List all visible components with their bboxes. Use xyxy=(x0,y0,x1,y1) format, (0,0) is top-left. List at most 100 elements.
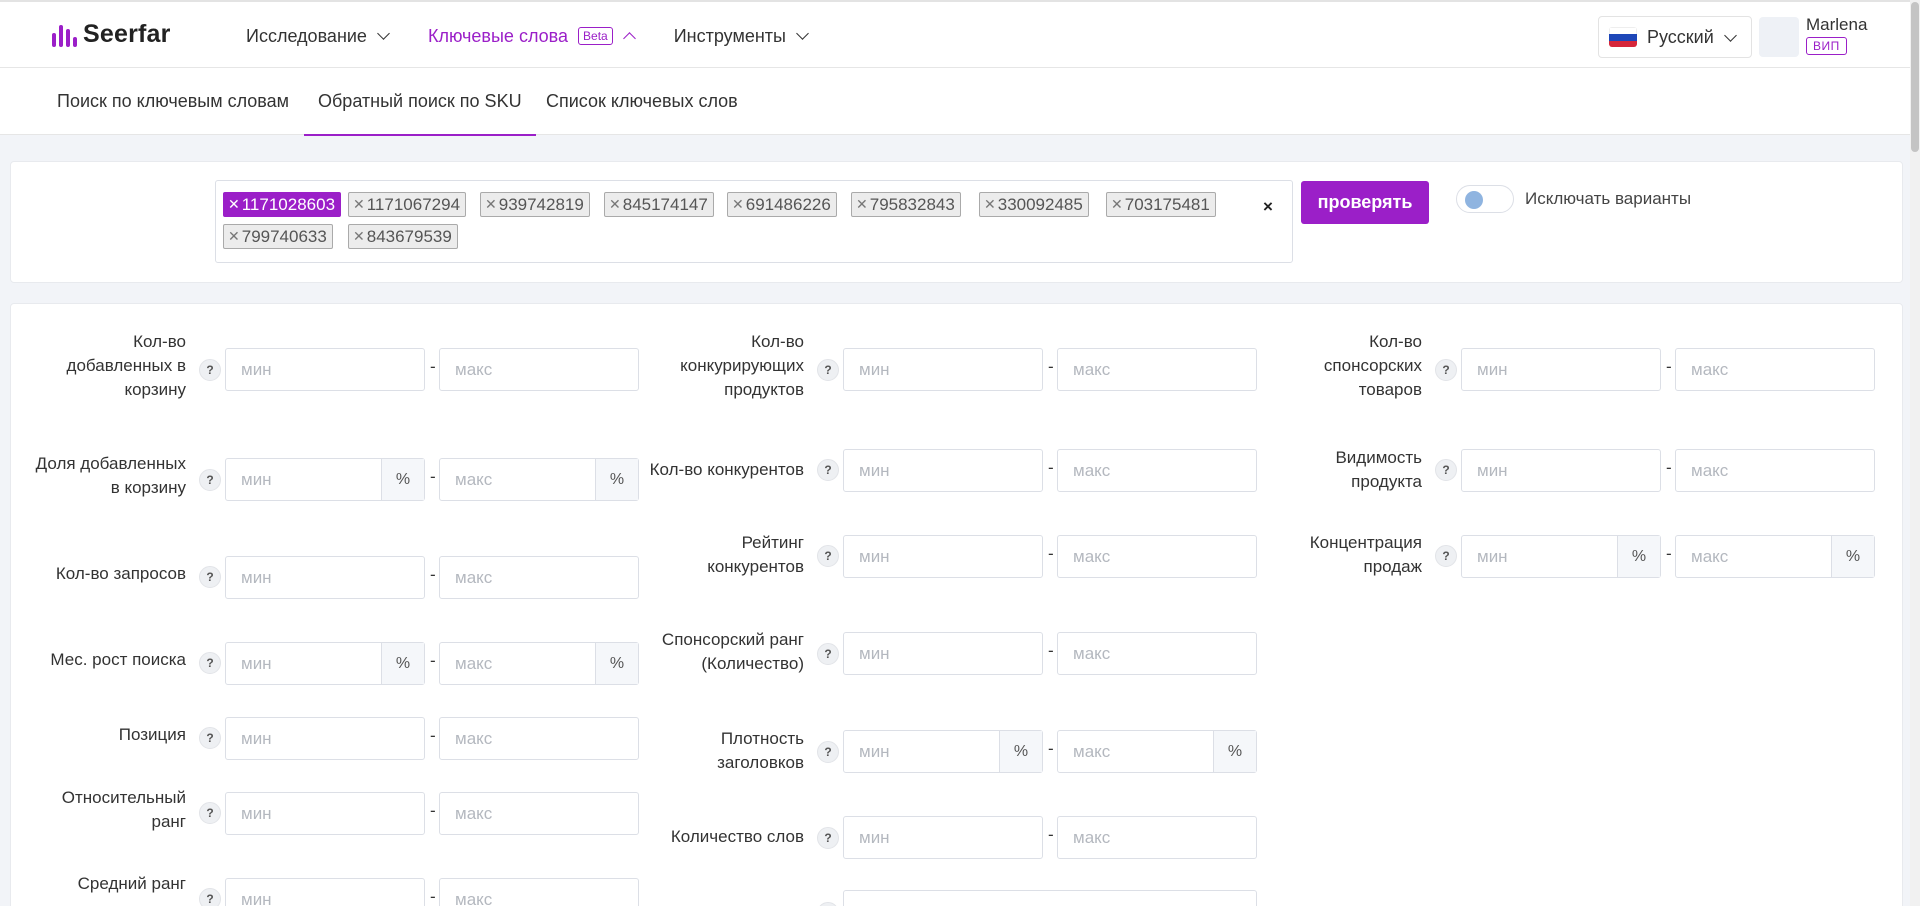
tab-keyword-search[interactable]: Поиск по ключевым словам xyxy=(57,68,289,135)
range-dash: - xyxy=(1666,458,1672,477)
tab-keyword-list[interactable]: Список ключевых слов xyxy=(546,68,738,135)
sponsored-products-max-input[interactable] xyxy=(1675,348,1875,391)
logo[interactable]: Seerfar xyxy=(52,20,171,49)
remove-tag-icon[interactable]: ✕ xyxy=(353,228,365,245)
language-select[interactable]: Русский xyxy=(1598,16,1752,58)
remove-tag-icon[interactable]: ✕ xyxy=(485,196,497,213)
sub-tabs: Поиск по ключевым словам Обратный поиск … xyxy=(0,68,1910,136)
filter-label-title-density: Плотность заголовков xyxy=(717,729,804,772)
remove-tag-icon[interactable]: ✕ xyxy=(1111,196,1123,213)
remove-tag-icon[interactable]: ✕ xyxy=(228,196,240,213)
help-icon[interactable]: ? xyxy=(199,469,221,491)
help-icon[interactable]: ? xyxy=(817,643,839,665)
remove-tag-icon[interactable]: ✕ xyxy=(228,228,240,245)
help-icon[interactable]: ? xyxy=(199,802,221,824)
russia-flag-icon xyxy=(1609,27,1637,47)
position-min-input[interactable] xyxy=(225,717,425,760)
help-icon[interactable]: ? xyxy=(817,827,839,849)
help-icon[interactable]: ? xyxy=(1435,359,1457,381)
extra-filter-select[interactable] xyxy=(843,890,1257,906)
competitors-rating-max-input[interactable] xyxy=(1057,535,1257,578)
competitors-rating-min-input[interactable] xyxy=(843,535,1043,578)
help-icon[interactable]: ? xyxy=(1435,545,1457,567)
user-name[interactable]: Marlena xyxy=(1806,15,1867,35)
sponsored-products-min-input[interactable] xyxy=(1461,348,1661,391)
add-to-cart-share-min-input[interactable]: % xyxy=(225,458,425,501)
query-count-min-input[interactable] xyxy=(225,556,425,599)
sales-concentration-max-input[interactable]: % xyxy=(1675,535,1875,578)
help-icon[interactable]: ? xyxy=(817,545,839,567)
remove-tag-icon[interactable]: ✕ xyxy=(732,196,744,213)
sku-tag[interactable]: ✕ 1171067294 xyxy=(348,192,467,217)
check-button[interactable]: проверять xyxy=(1301,181,1429,224)
range-dash: - xyxy=(430,565,436,584)
help-icon[interactable]: ? xyxy=(199,652,221,674)
sku-tag[interactable]: ✕ 795832843 xyxy=(851,192,961,217)
sku-tag[interactable]: ✕ 939742819 xyxy=(480,192,590,217)
help-icon[interactable]: ? xyxy=(817,459,839,481)
clear-all-icon[interactable]: × xyxy=(1263,197,1273,217)
sku-tag[interactable]: ✕ 703175481 xyxy=(1106,192,1216,217)
help-icon[interactable]: ? xyxy=(1435,459,1457,481)
title-density-max-input[interactable]: % xyxy=(1057,730,1257,773)
nav-item-tools[interactable]: Инструменты xyxy=(674,2,809,70)
scrollbar-thumb[interactable] xyxy=(1911,2,1919,152)
average-rank-max-input[interactable] xyxy=(439,878,639,906)
add-to-cart-count-min-input[interactable] xyxy=(225,348,425,391)
help-icon[interactable]: ? xyxy=(817,359,839,381)
product-visibility-max-input[interactable] xyxy=(1675,449,1875,492)
filter-label-word-count: Количество слов xyxy=(670,827,804,846)
remove-tag-icon[interactable]: ✕ xyxy=(353,196,365,213)
relative-rank-min-input[interactable] xyxy=(225,792,425,835)
competitors-count-min-input[interactable] xyxy=(843,449,1043,492)
filter-label-competitors-rating: Рейтинг конкурентов xyxy=(707,533,804,576)
filter-label-average-rank: Средний ранг xyxy=(77,874,186,893)
remove-tag-icon[interactable]: ✕ xyxy=(856,196,868,213)
sku-tags-input[interactable]: ✕ 1171028603 ✕ 1171067294 ✕ 939742819 ✕ 8451… xyxy=(215,180,1293,263)
position-max-input[interactable] xyxy=(439,717,639,760)
add-to-cart-count-max-input[interactable] xyxy=(439,348,639,391)
help-icon[interactable]: ? xyxy=(817,741,839,763)
word-count-min-input[interactable] xyxy=(843,816,1043,859)
nav-item-keywords[interactable]: Ключевые слова Beta xyxy=(419,2,650,71)
percent-unit: % xyxy=(1831,536,1874,577)
page-scrollbar[interactable] xyxy=(1910,0,1920,906)
chevron-down-icon xyxy=(796,27,809,40)
avatar[interactable] xyxy=(1759,17,1799,57)
sku-tag[interactable]: ✕ 1171028603 xyxy=(223,192,342,217)
sponsored-rank-min-input[interactable] xyxy=(843,632,1043,675)
sku-tag[interactable]: ✕ 843679539 xyxy=(348,224,458,249)
add-to-cart-share-max-input[interactable]: % xyxy=(439,458,639,501)
range-dash: - xyxy=(1048,357,1054,376)
relative-rank-max-input[interactable] xyxy=(439,792,639,835)
percent-unit: % xyxy=(381,459,424,500)
exclude-variants-toggle[interactable] xyxy=(1456,185,1514,213)
average-rank-min-input[interactable] xyxy=(225,878,425,906)
query-count-max-input[interactable] xyxy=(439,556,639,599)
monthly-search-growth-max-input[interactable]: % xyxy=(439,642,639,685)
filter-label-sponsored-products-count: Кол-во спонсорских товаров xyxy=(1323,332,1422,399)
sku-tag[interactable]: ✕ 330092485 xyxy=(979,192,1089,217)
help-icon[interactable]: ? xyxy=(199,727,221,749)
help-icon[interactable]: ? xyxy=(817,902,839,906)
sku-tag[interactable]: ✕ 691486226 xyxy=(727,192,837,217)
title-density-min-input[interactable]: % xyxy=(843,730,1043,773)
range-dash: - xyxy=(430,467,436,486)
competing-products-min-input[interactable] xyxy=(843,348,1043,391)
sponsored-rank-max-input[interactable] xyxy=(1057,632,1257,675)
monthly-search-growth-min-input[interactable]: % xyxy=(225,642,425,685)
product-visibility-min-input[interactable] xyxy=(1461,449,1661,492)
sku-tag[interactable]: ✕ 845174147 xyxy=(604,192,714,217)
help-icon[interactable]: ? xyxy=(199,888,221,906)
help-icon[interactable]: ? xyxy=(199,566,221,588)
tab-reverse-sku-search[interactable]: Обратный поиск по SKU xyxy=(304,68,536,136)
word-count-max-input[interactable] xyxy=(1057,816,1257,859)
nav-item-research[interactable]: Исследование xyxy=(246,2,390,70)
competing-products-max-input[interactable] xyxy=(1057,348,1257,391)
competitors-count-max-input[interactable] xyxy=(1057,449,1257,492)
remove-tag-icon[interactable]: ✕ xyxy=(609,196,621,213)
sales-concentration-min-input[interactable]: % xyxy=(1461,535,1661,578)
remove-tag-icon[interactable]: ✕ xyxy=(984,196,996,213)
help-icon[interactable]: ? xyxy=(199,359,221,381)
sku-tag[interactable]: ✕ 799740633 xyxy=(223,224,333,249)
